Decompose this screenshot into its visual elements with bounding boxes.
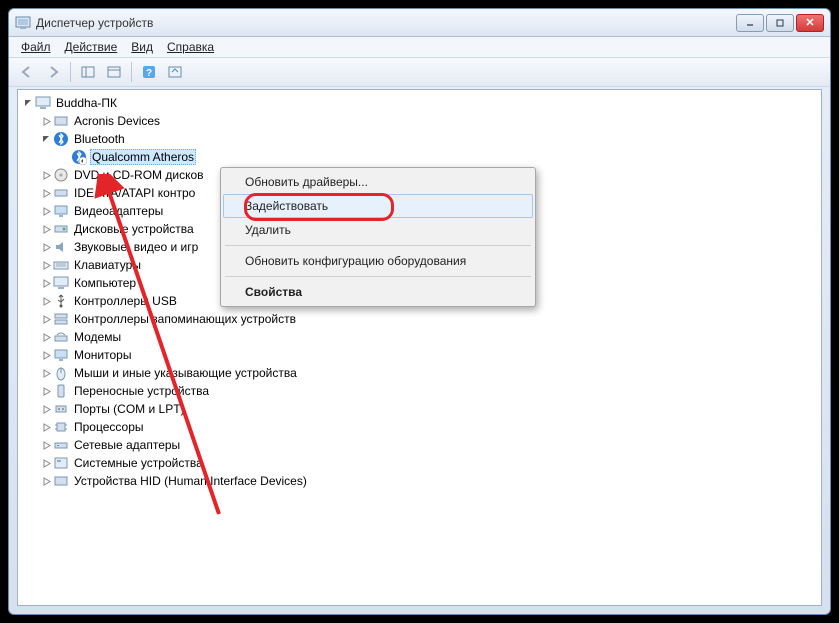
close-button[interactable]: ✕	[796, 14, 824, 32]
bluetooth-icon	[53, 131, 69, 147]
maximize-button[interactable]	[766, 14, 794, 32]
expand-icon[interactable]	[40, 133, 52, 145]
toolbar-separator	[70, 62, 71, 82]
minimize-button[interactable]	[736, 14, 764, 32]
properties-button[interactable]	[102, 60, 126, 84]
svg-text:?: ?	[146, 68, 152, 79]
modem-icon	[53, 329, 69, 345]
collapse-icon[interactable]	[40, 457, 52, 469]
collapse-icon[interactable]	[40, 313, 52, 325]
expand-icon[interactable]	[22, 97, 34, 109]
device-icon	[53, 113, 69, 129]
collapse-icon[interactable]	[40, 295, 52, 307]
ctx-enable[interactable]: Задействовать	[223, 194, 533, 218]
menu-help[interactable]: Справка	[161, 38, 220, 56]
mouse-icon	[53, 365, 69, 381]
collapse-icon[interactable]	[40, 187, 52, 199]
bluetooth-device-icon	[71, 149, 87, 165]
computer-icon	[35, 95, 51, 111]
tree-item-storage[interactable]: Контроллеры запоминающих устройств	[40, 310, 821, 328]
help-button[interactable]: ?	[137, 60, 161, 84]
ctx-delete[interactable]: Удалить	[223, 218, 533, 242]
usb-icon	[53, 293, 69, 309]
ide-icon	[53, 185, 69, 201]
app-icon	[15, 15, 31, 31]
monitor-icon	[53, 347, 69, 363]
hid-icon	[53, 473, 69, 489]
collapse-icon[interactable]	[40, 115, 52, 127]
tree-item-network[interactable]: Сетевые адаптеры	[40, 436, 821, 454]
sound-icon	[53, 239, 69, 255]
collapse-icon[interactable]	[40, 367, 52, 379]
keyboard-icon	[53, 257, 69, 273]
tree-item-monitor[interactable]: Мониторы	[40, 346, 821, 364]
collapse-icon[interactable]	[40, 403, 52, 415]
portable-icon	[53, 383, 69, 399]
port-icon	[53, 401, 69, 417]
ctx-separator	[225, 245, 531, 246]
system-icon	[53, 455, 69, 471]
tree-item-cpu[interactable]: Процессоры	[40, 418, 821, 436]
collapse-icon[interactable]	[40, 475, 52, 487]
collapse-icon[interactable]	[40, 205, 52, 217]
ctx-scan[interactable]: Обновить конфигурацию оборудования	[223, 249, 533, 273]
tree-item-bluetooth[interactable]: Bluetooth	[40, 130, 821, 148]
titlebar[interactable]: Диспетчер устройств ✕	[9, 9, 830, 37]
collapse-icon[interactable]	[40, 259, 52, 271]
collapse-icon[interactable]	[40, 331, 52, 343]
cpu-icon	[53, 419, 69, 435]
menubar: Файл Действие Вид Справка	[9, 37, 830, 57]
menu-action[interactable]: Действие	[59, 38, 124, 56]
tree-item-ports[interactable]: Порты (COM и LPT)	[40, 400, 821, 418]
tree-item-portable[interactable]: Переносные устройства	[40, 382, 821, 400]
network-icon	[53, 437, 69, 453]
device-manager-window: Диспетчер устройств ✕ Файл Действие Вид …	[8, 8, 831, 615]
tree-item-bt-device[interactable]: Qualcomm Atheros	[58, 148, 821, 166]
toolbar: ?	[9, 57, 830, 87]
storage-icon	[53, 311, 69, 327]
tree-item-hid[interactable]: Устройства HID (Human Interface Devices)	[40, 472, 821, 490]
tree-item-modem[interactable]: Модемы	[40, 328, 821, 346]
scan-button[interactable]	[163, 60, 187, 84]
menu-file[interactable]: Файл	[15, 38, 57, 56]
toolbar-separator	[131, 62, 132, 82]
collapse-icon[interactable]	[40, 349, 52, 361]
show-hide-button[interactable]	[76, 60, 100, 84]
window-title: Диспетчер устройств	[36, 16, 736, 30]
tree-item-system[interactable]: Системные устройства	[40, 454, 821, 472]
display-icon	[53, 203, 69, 219]
disk-icon	[53, 221, 69, 237]
computer-icon	[53, 275, 69, 291]
menu-view[interactable]: Вид	[125, 38, 159, 56]
ctx-separator	[225, 276, 531, 277]
dvd-icon	[53, 167, 69, 183]
collapse-icon[interactable]	[40, 169, 52, 181]
collapse-icon[interactable]	[40, 385, 52, 397]
tree-item-acronis[interactable]: Acronis Devices	[40, 112, 821, 130]
tree-item-mouse[interactable]: Мыши и иные указывающие устройства	[40, 364, 821, 382]
collapse-icon[interactable]	[40, 241, 52, 253]
tree-root[interactable]: Buddha-ПК	[22, 94, 821, 112]
forward-button[interactable]	[41, 60, 65, 84]
context-menu: Обновить драйверы... Задействовать Удали…	[220, 167, 536, 307]
ctx-update-drivers[interactable]: Обновить драйверы...	[223, 170, 533, 194]
collapse-icon[interactable]	[40, 439, 52, 451]
collapse-icon[interactable]	[40, 421, 52, 433]
ctx-properties[interactable]: Свойства	[223, 280, 533, 304]
collapse-icon[interactable]	[40, 277, 52, 289]
back-button[interactable]	[15, 60, 39, 84]
collapse-icon[interactable]	[40, 223, 52, 235]
